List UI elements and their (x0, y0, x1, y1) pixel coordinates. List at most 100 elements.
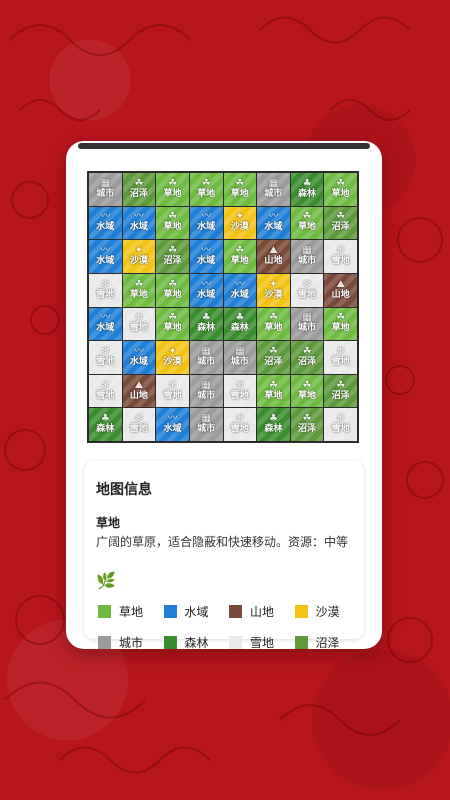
map-tile-grass[interactable]: ☘ 草地 (223, 173, 257, 206)
tile-label: 沼泽 (129, 188, 148, 199)
tile-label: 草地 (163, 222, 182, 233)
tile-label: 草地 (331, 188, 350, 199)
map-tile-grass[interactable]: ☘ 草地 (189, 173, 223, 206)
legend-swatch (294, 605, 308, 618)
map-tile-water[interactable]: 〰水域 (189, 273, 223, 307)
map-tile-snow[interactable]: ❄ 雪地 (324, 408, 357, 441)
map-tile-forest[interactable]: ♣ 森林 (290, 173, 324, 206)
map-tile-grass[interactable]: ☘ 草地 (122, 273, 156, 307)
grass-icon: ☘ (235, 177, 245, 189)
water-icon: 〰 (201, 211, 212, 223)
map-tile-grass[interactable]: ☘ 草地 (223, 240, 257, 273)
map-tile-mount[interactable]: ⛰ 山地 (122, 374, 156, 408)
map-tile-city[interactable]: ▦ 城市 (189, 408, 223, 441)
map-tile-city[interactable]: ▦ 城市 (290, 240, 324, 273)
tile-label: 雪地 (230, 424, 249, 435)
tile-label: 草地 (197, 188, 216, 199)
map-tile-city[interactable]: ▦ 城市 (189, 374, 223, 408)
map-tile-snow[interactable]: ❄ 雪地 (324, 240, 357, 273)
map-tile-water[interactable]: 〰水域 (122, 341, 156, 374)
map-tile-grass[interactable]: ☘ 草地 (156, 206, 189, 240)
legend-item-forest: 森林 (163, 634, 230, 649)
map-tile-snow[interactable]: ❄ 雪地 (223, 408, 257, 441)
legend-swatch (294, 636, 308, 649)
mount-icon: ⛰ (336, 278, 345, 290)
map-tile-forest[interactable]: ♣ 森林 (89, 408, 122, 441)
snow-icon: ❄ (336, 345, 345, 357)
mount-icon: ⛰ (269, 245, 278, 257)
map-tile-city[interactable]: ▦ 城市 (189, 341, 223, 374)
map-tile-snow[interactable]: ❄ 雪地 (89, 341, 122, 374)
map-tile-city[interactable]: ▦ 城市 (89, 173, 122, 206)
map-tile-city[interactable]: ▦ 城市 (290, 307, 324, 341)
map-tile-grass[interactable]: ☘ 草地 (290, 374, 324, 408)
map-tile-grass[interactable]: ☘ 草地 (156, 307, 189, 341)
legend-label: 雪地 (250, 636, 275, 649)
water-icon: 〰 (201, 278, 212, 290)
map-tile-snow[interactable]: ❄ 雪地 (122, 408, 156, 441)
swamp-icon: ☘ (336, 211, 346, 223)
map-tile-snow[interactable]: ❄ 雪地 (223, 374, 257, 408)
map-tile-grass[interactable]: ☘ 草地 (156, 173, 189, 206)
map-tile-forest[interactable]: ♣ 森林 (223, 307, 257, 341)
map-tile-water[interactable]: 〰水域 (89, 307, 122, 341)
map-tile-desert[interactable]: ✦ 沙漠 (156, 341, 189, 374)
map-tile-swamp[interactable]: ☘ 沼泽 (324, 206, 357, 240)
map-tile-water[interactable]: 〰水域 (257, 206, 290, 240)
map-tile-swamp[interactable]: ☘ 沼泽 (257, 341, 290, 374)
map-tile-mount[interactable]: ⛰ 山地 (257, 240, 290, 273)
map-tile-grass[interactable]: ☘ 草地 (324, 173, 357, 206)
legend-label: 水域 (184, 605, 209, 619)
map-tile-water[interactable]: 〰水域 (156, 408, 189, 441)
map-tile-city[interactable]: ▦ 城市 (223, 341, 257, 374)
map-tile-swamp[interactable]: ☘ 沼泽 (324, 374, 357, 408)
city-icon: ▦ (201, 345, 211, 357)
tile-label: 草地 (163, 323, 182, 334)
map-tile-desert[interactable]: ✦ 沙漠 (257, 273, 290, 307)
legend-label: 城市 (119, 636, 144, 649)
map-tile-water[interactable]: 〰水域 (89, 240, 122, 273)
legend-label: 沙漠 (315, 605, 340, 619)
map-tile-water[interactable]: 〰水域 (89, 206, 122, 240)
map-tile-snow[interactable]: ❄ 雪地 (156, 374, 189, 408)
map-tile-snow[interactable]: ❄ 雪地 (324, 341, 357, 374)
legend-item-swamp: 沼泽 (294, 634, 361, 649)
legend-swatch (163, 636, 177, 649)
tile-label: 雪地 (163, 390, 182, 401)
map-tile-city[interactable]: ▦ 城市 (257, 173, 290, 206)
selected-tile-name: 草地 (96, 516, 121, 530)
snow-icon: ❄ (168, 379, 177, 391)
map-tile-water[interactable]: 〰水域 (189, 240, 223, 273)
map-tile-swamp[interactable]: ☘ 沼泽 (122, 173, 156, 206)
swamp-icon: ☘ (168, 245, 178, 257)
map-tile-grass[interactable]: ☘ 草地 (156, 273, 189, 307)
map-tile-grass[interactable]: ☘ 草地 (257, 307, 290, 341)
legend-label: 森林 (184, 636, 209, 649)
map-tile-mount[interactable]: ⛰ 山地 (324, 273, 357, 307)
map-tile-grass[interactable]: ☘ 草地 (290, 206, 324, 240)
map-tile-snow[interactable]: ❄ 雪地 (290, 273, 324, 307)
map-tile-forest[interactable]: ♣ 森林 (189, 307, 223, 341)
grass-icon: ☘ (268, 379, 278, 391)
map-tile-snow[interactable]: ❄ 雪地 (89, 374, 122, 408)
map-tile-desert[interactable]: ✦ 沙漠 (122, 240, 156, 273)
map-tile-swamp[interactable]: ☘ 沼泽 (290, 408, 324, 441)
map-tile-grass[interactable]: ☘ 草地 (257, 374, 290, 408)
map-tile-forest[interactable]: ♣ 森林 (257, 408, 290, 441)
map-tile-desert[interactable]: ✦ 沙漠 (223, 206, 257, 240)
map-tile-snow[interactable]: ❄ 雪地 (89, 273, 122, 307)
tile-label: 沼泽 (331, 390, 350, 401)
grass-icon: ☘ (201, 177, 211, 189)
map-tile-snow[interactable]: ❄ 雪地 (122, 307, 156, 341)
map-tile-water[interactable]: 〰水域 (223, 273, 257, 307)
tile-label: 山地 (129, 390, 148, 401)
map-tile-swamp[interactable]: ☘ 沼泽 (156, 240, 189, 273)
grass-icon: ☘ (168, 211, 178, 223)
tile-label: 雪地 (331, 256, 350, 267)
map-tile-water[interactable]: 〰水域 (122, 206, 156, 240)
map-tile-water[interactable]: 〰水域 (189, 206, 223, 240)
map-tile-grass[interactable]: ☘ 草地 (324, 307, 357, 341)
tile-label: 雪地 (96, 289, 115, 300)
map-tile-swamp[interactable]: ☘ 沼泽 (290, 341, 324, 374)
forest-icon: ♣ (302, 177, 312, 189)
